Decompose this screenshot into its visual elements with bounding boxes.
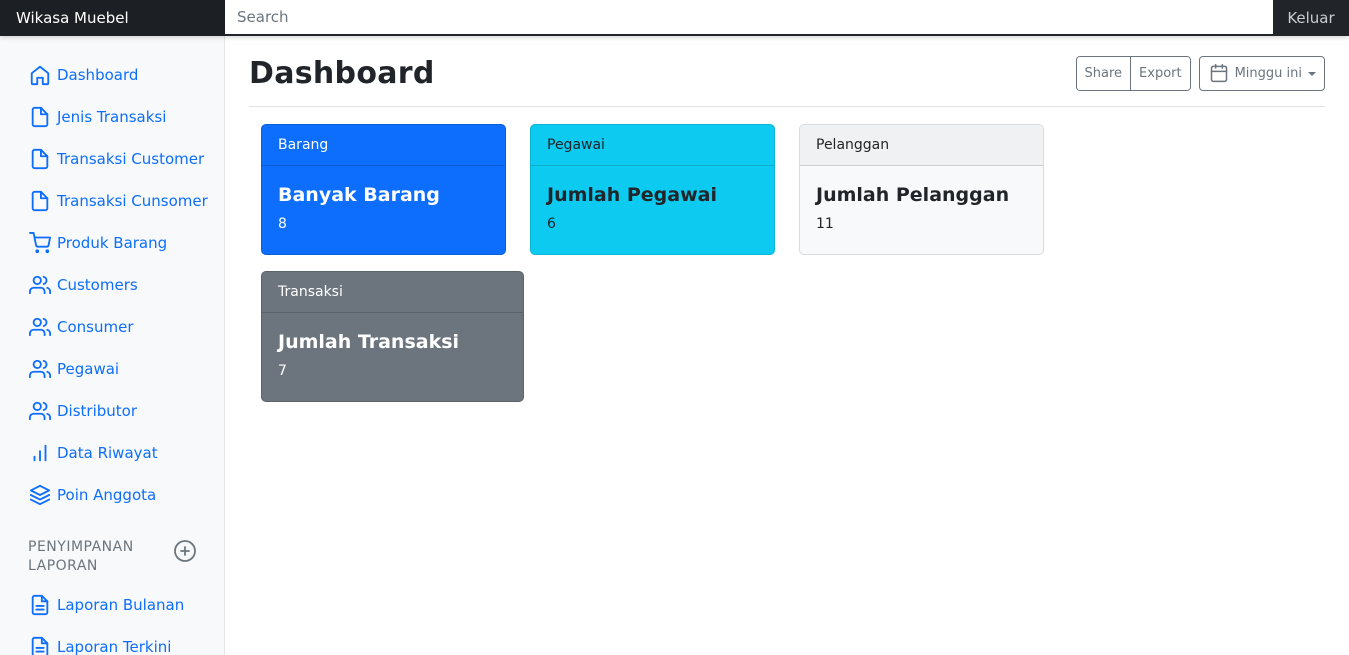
card-header: Barang bbox=[262, 125, 505, 166]
file-icon bbox=[28, 189, 52, 213]
users-icon bbox=[28, 357, 52, 381]
bar-chart-icon bbox=[28, 441, 52, 465]
sidebar-item-produk-barang[interactable]: Produk Barang bbox=[0, 222, 225, 264]
sidebar-item-dashboard[interactable]: Dashboard bbox=[0, 54, 225, 96]
sidebar-item-label: Transaksi Cunsomer bbox=[57, 192, 208, 210]
sidebar-item-laporan-terkini[interactable]: Laporan Terkini bbox=[0, 626, 225, 655]
card-barang[interactable]: Barang Banyak Barang 8 bbox=[261, 124, 506, 255]
card-body: Banyak Barang 8 bbox=[262, 166, 505, 232]
sidebar-item-label: Customers bbox=[57, 276, 138, 294]
sidebar-item-pegawai[interactable]: Pegawai bbox=[0, 348, 225, 390]
section-title: PENYIMPANAN LAPORAN bbox=[28, 539, 134, 574]
users-icon bbox=[28, 273, 52, 297]
reports-nav: Laporan Bulanan Laporan Terkini bbox=[0, 584, 225, 655]
card-pelanggan[interactable]: Pelanggan Jumlah Pelanggan 11 bbox=[799, 124, 1044, 255]
card-transaksi[interactable]: Transaksi Jumlah Transaksi 7 bbox=[261, 271, 524, 402]
file-icon bbox=[28, 147, 52, 171]
card-header: Pegawai bbox=[531, 125, 774, 166]
sidebar-item-label: Laporan Terkini bbox=[57, 638, 172, 655]
sidebar-item-transaksi-cunsomer[interactable]: Transaksi Cunsomer bbox=[0, 180, 225, 222]
export-button[interactable]: Export bbox=[1130, 56, 1190, 90]
sidebar-item-jenis-transaksi[interactable]: Jenis Transaksi bbox=[0, 96, 225, 138]
toolbar: Share Export Minggu ini bbox=[1075, 55, 1325, 91]
date-range-dropdown[interactable]: Minggu ini bbox=[1198, 55, 1325, 91]
sidebar-item-label: Jenis Transaksi bbox=[57, 108, 167, 126]
sidebar: Dashboard Jenis Transaksi Transaksi Cust… bbox=[0, 36, 225, 655]
calendar-icon bbox=[1210, 63, 1227, 83]
caret-down-icon bbox=[1308, 72, 1316, 76]
plus-circle-icon[interactable] bbox=[173, 539, 197, 563]
share-export-group: Share Export bbox=[1075, 55, 1191, 91]
sidebar-item-laporan-bulanan[interactable]: Laporan Bulanan bbox=[0, 584, 225, 626]
card-body: Jumlah Transaksi 7 bbox=[262, 313, 523, 379]
card-title: Jumlah Transaksi bbox=[278, 331, 460, 353]
date-range-label: Minggu ini bbox=[1234, 65, 1302, 81]
page-header: Dashboard Share Export Minggu ini bbox=[249, 36, 1325, 107]
brand-name[interactable]: Wikasa Muebel bbox=[0, 0, 225, 36]
sidebar-item-distributor[interactable]: Distributor bbox=[0, 390, 225, 432]
card-title: Jumlah Pelanggan bbox=[816, 184, 1010, 206]
sidebar-item-label: Pegawai bbox=[57, 360, 120, 378]
sidebar-item-label: Produk Barang bbox=[57, 234, 168, 252]
card-title: Jumlah Pegawai bbox=[547, 184, 717, 206]
layers-icon bbox=[28, 483, 52, 507]
sidebar-item-label: Data Riwayat bbox=[57, 444, 158, 462]
sidebar-item-label: Transaksi Customer bbox=[57, 150, 205, 168]
card-value: 7 bbox=[278, 363, 287, 379]
card-body: Jumlah Pelanggan 11 bbox=[800, 166, 1043, 232]
section-heading: PENYIMPANAN LAPORAN bbox=[0, 538, 225, 576]
sidebar-item-transaksi-customer[interactable]: Transaksi Customer bbox=[0, 138, 225, 180]
users-icon bbox=[28, 399, 52, 423]
signout-link[interactable]: Keluar bbox=[1273, 0, 1349, 36]
sidebar-item-poin-anggota[interactable]: Poin Anggota bbox=[0, 474, 225, 516]
shopping-cart-icon bbox=[28, 231, 52, 255]
card-value: 8 bbox=[278, 216, 287, 232]
file-icon bbox=[28, 105, 52, 129]
card-value: 11 bbox=[816, 216, 834, 232]
card-header: Transaksi bbox=[262, 272, 523, 313]
page-title: Dashboard bbox=[249, 55, 435, 91]
sidebar-item-label: Distributor bbox=[57, 402, 138, 420]
card-header: Pelanggan bbox=[800, 125, 1043, 166]
card-title: Banyak Barang bbox=[278, 184, 440, 206]
sidebar-item-data-riwayat[interactable]: Data Riwayat bbox=[0, 432, 225, 474]
search-input[interactable] bbox=[225, 0, 1273, 36]
users-icon bbox=[28, 315, 52, 339]
card-body: Jumlah Pegawai 6 bbox=[531, 166, 774, 232]
home-icon bbox=[28, 63, 52, 87]
top-navbar: Wikasa Muebel Keluar bbox=[0, 0, 1349, 36]
sidebar-item-customers[interactable]: Customers bbox=[0, 264, 225, 306]
card-pegawai[interactable]: Pegawai Jumlah Pegawai 6 bbox=[530, 124, 775, 255]
card-value: 6 bbox=[547, 216, 556, 232]
sidebar-item-label: Consumer bbox=[57, 318, 134, 336]
sidebar-item-label: Poin Anggota bbox=[57, 486, 157, 504]
sidebar-nav: Dashboard Jenis Transaksi Transaksi Cust… bbox=[0, 36, 225, 516]
sidebar-item-label: Laporan Bulanan bbox=[57, 596, 185, 614]
sidebar-item-label: Dashboard bbox=[57, 66, 139, 84]
sidebar-item-consumer[interactable]: Consumer bbox=[0, 306, 225, 348]
share-button[interactable]: Share bbox=[1076, 56, 1131, 90]
file-text-icon bbox=[28, 593, 52, 617]
main-content: Dashboard Share Export Minggu ini bbox=[249, 36, 1325, 107]
file-text-icon bbox=[28, 635, 52, 655]
